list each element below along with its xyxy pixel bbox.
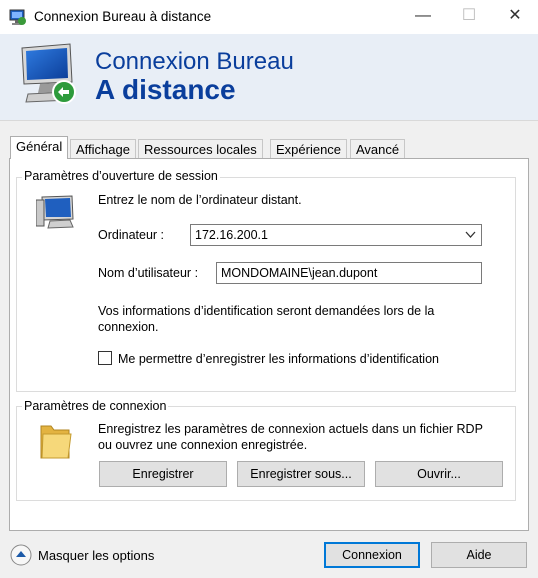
minimize-button[interactable]: — <box>400 0 446 34</box>
title-bar: Connexion Bureau à distance — ☐ ✕ <box>0 0 538 34</box>
maximize-button[interactable]: ☐ <box>446 0 492 34</box>
username-input[interactable]: MONDOMAINE\jean.dupont <box>216 262 482 284</box>
help-button[interactable]: Aide <box>431 542 527 568</box>
folder-icon <box>40 425 72 459</box>
tab-ressources-locales[interactable]: Ressources locales <box>138 139 263 159</box>
save-credentials-checkbox[interactable] <box>98 351 112 365</box>
computer-icon <box>36 195 74 229</box>
banner-title-line1: Connexion Bureau <box>95 48 294 75</box>
hide-options-link[interactable]: Masquer les options <box>38 548 154 563</box>
header-banner: Connexion Bureau A distance <box>0 34 538 121</box>
connection-description: Enregistrez les paramètres de connexion … <box>98 422 483 452</box>
credentials-note: Vos informations d’identification seront… <box>98 304 435 334</box>
connection-legend: Paramètres de connexion <box>22 399 169 413</box>
username-label: Nom d’utilisateur : <box>98 266 199 280</box>
computer-value: 172.16.200.1 <box>195 228 268 242</box>
banner-title-line2: A distance <box>95 74 236 105</box>
session-instruction: Entrez le nom de l’ordinateur distant. <box>98 193 302 207</box>
tab-avance[interactable]: Avancé <box>350 139 406 159</box>
rdp-computer-icon <box>21 43 76 104</box>
window-title: Connexion Bureau à distance <box>34 9 212 24</box>
session-legend: Paramètres d’ouverture de session <box>22 169 220 183</box>
rdp-app-icon <box>9 9 26 25</box>
open-button[interactable]: Ouvrir... <box>375 461 503 487</box>
chevron-up-circle-icon[interactable] <box>10 544 32 566</box>
computer-combobox[interactable]: 172.16.200.1 <box>190 224 482 246</box>
tab-experience[interactable]: Expérience <box>270 139 348 159</box>
computer-label: Ordinateur : <box>98 228 165 242</box>
tab-general[interactable]: Général <box>10 136 69 159</box>
tab-affichage[interactable]: Affichage <box>70 139 136 159</box>
save-button[interactable]: Enregistrer <box>99 461 227 487</box>
chevron-down-icon[interactable] <box>465 231 476 239</box>
connect-button[interactable]: Connexion <box>324 542 420 568</box>
save-as-button[interactable]: Enregistrer sous... <box>237 461 365 487</box>
save-credentials-label[interactable]: Me permettre d’enregistrer les informati… <box>118 352 439 366</box>
close-button[interactable]: ✕ <box>492 0 538 34</box>
